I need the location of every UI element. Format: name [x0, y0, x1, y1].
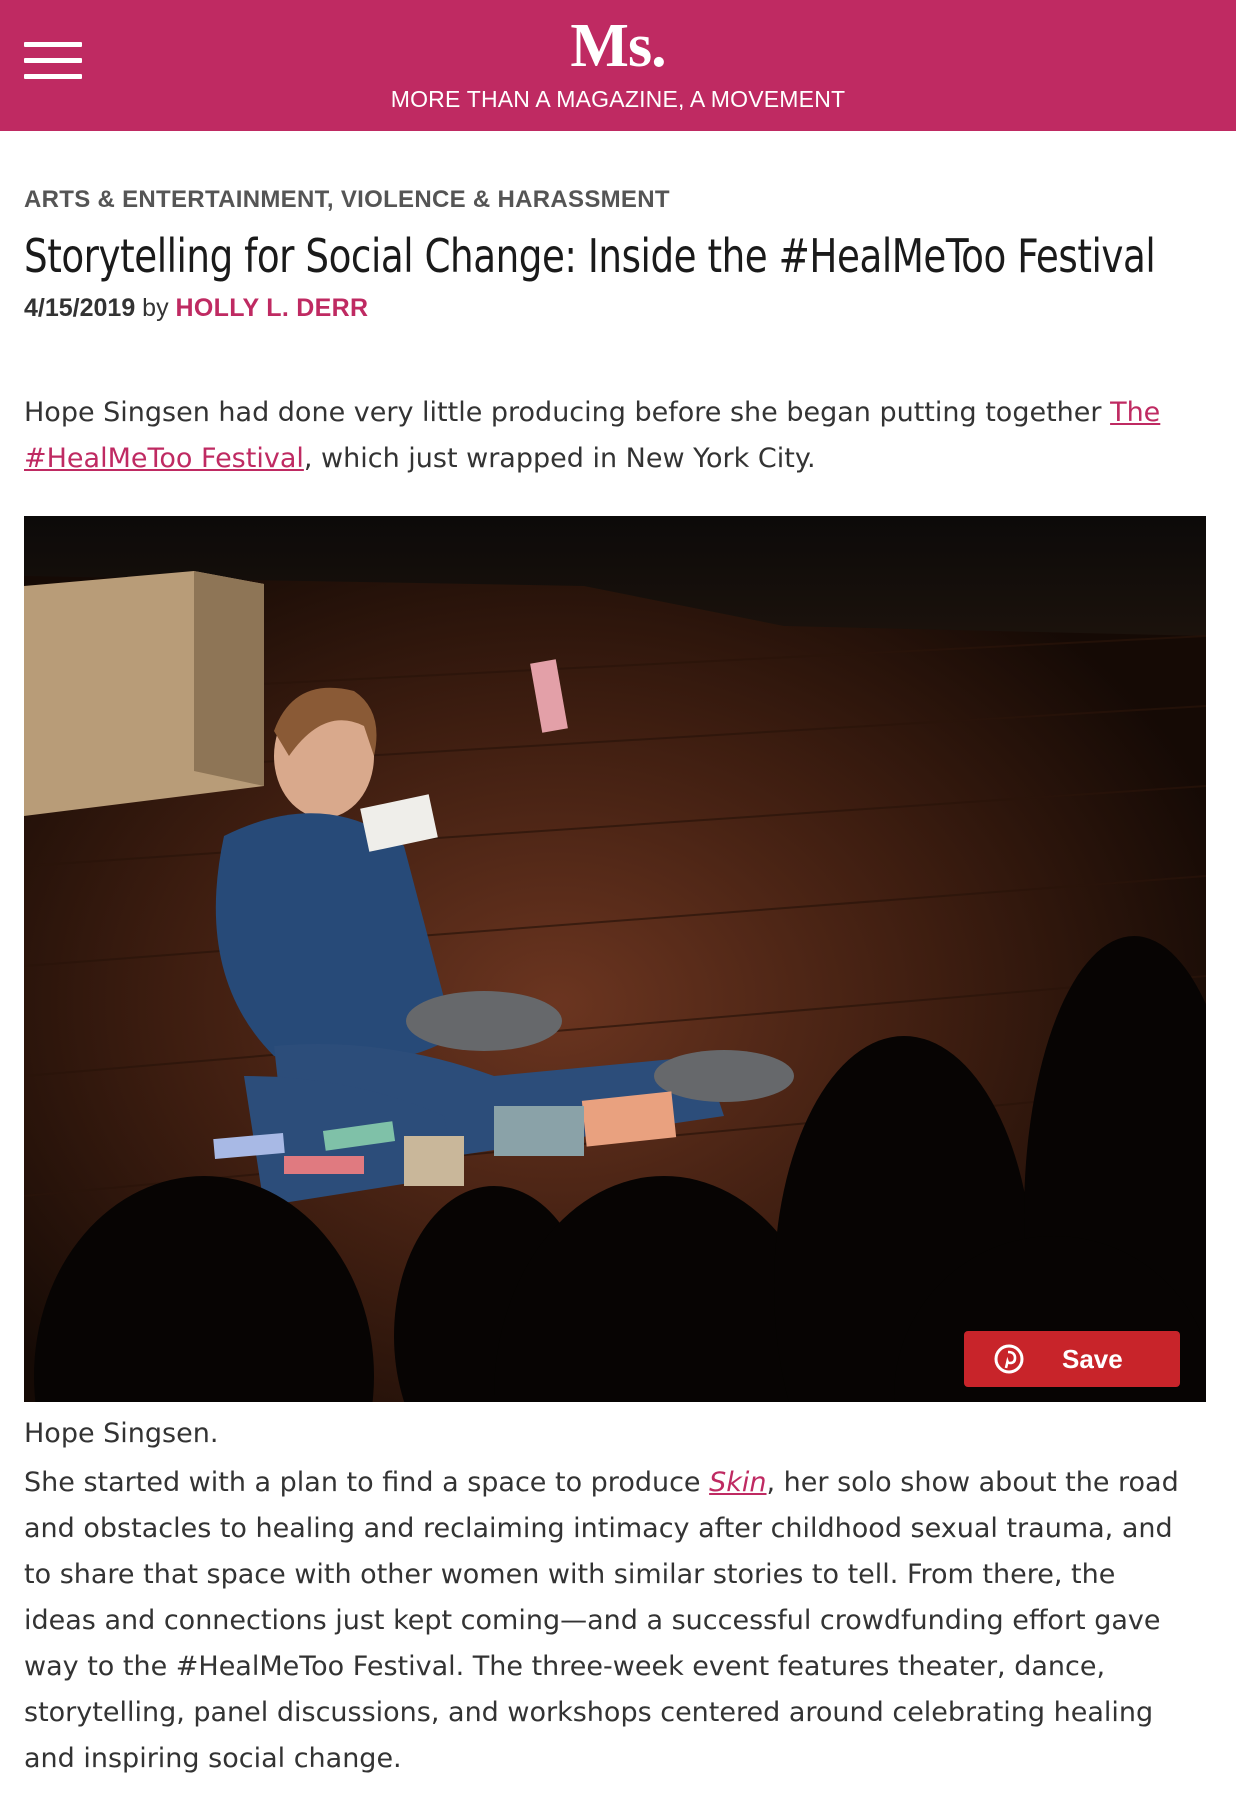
pinterest-icon — [994, 1344, 1024, 1374]
category-list: ARTS & ENTERTAINMENT, VIOLENCE & HARASSM… — [24, 186, 1206, 214]
byline-by: by — [142, 294, 169, 322]
publish-date: 4/15/2019 — [24, 294, 136, 322]
lead-text-end: , which just wrapped in New York City. — [303, 443, 816, 474]
image-caption: Hope Singsen. — [24, 1418, 219, 1449]
lead-paragraph: Hope Singsen had done very little produc… — [24, 390, 1184, 482]
site-header: Ms. MORE THAN A MAGAZINE, A MOVEMENT — [0, 0, 1236, 131]
article-meta: 4/15/2019 by HOLLY L. DERR — [24, 294, 1206, 323]
author-link[interactable]: HOLLY L. DERR — [176, 294, 369, 322]
article-header: ARTS & ENTERTAINMENT, VIOLENCE & HARASSM… — [24, 186, 1206, 323]
skin-link[interactable]: Skin — [709, 1467, 766, 1498]
performer-photo-illustration — [24, 516, 1206, 1402]
category-link-arts-entertainment[interactable]: ARTS & ENTERTAINMENT — [24, 186, 327, 213]
lead-text: Hope Singsen had done very little produc… — [24, 397, 1111, 428]
body-text: She started with a plan to find a space … — [24, 1467, 710, 1498]
site-tagline: MORE THAN A MAGAZINE, A MOVEMENT — [390, 86, 846, 112]
site-logo[interactable]: Ms. — [0, 10, 1236, 82]
pinterest-save-button[interactable]: Save — [964, 1331, 1180, 1387]
article-title: Storytelling for Social Change: Inside t… — [24, 229, 1156, 283]
category-separator: , — [326, 186, 334, 213]
article-photo — [24, 516, 1206, 1402]
save-button-label: Save — [1062, 1344, 1123, 1374]
category-link-violence-harassment[interactable]: VIOLENCE & HARASSMENT — [341, 186, 670, 213]
body-text-end: , her solo show about the road and obsta… — [24, 1467, 1179, 1774]
body-paragraph: She started with a plan to find a space … — [24, 1460, 1194, 1782]
